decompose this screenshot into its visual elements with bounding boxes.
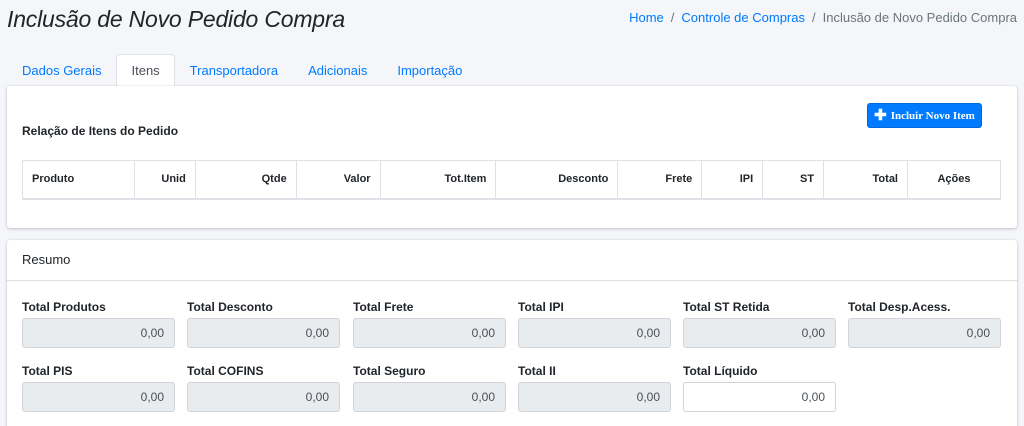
items-section-title: Relação de Itens do Pedido <box>22 124 179 138</box>
total-liquido-field: Total Líquido 0,00 <box>683 364 836 412</box>
breadcrumb-separator: / <box>670 10 675 25</box>
total-desp-acess-input[interactable]: 0,00 <box>848 318 1001 348</box>
column-header-tot-item[interactable]: Tot.Item <box>379 160 497 200</box>
total-ipi-input[interactable]: 0,00 <box>518 318 671 348</box>
total-seguro-input[interactable]: 0,00 <box>353 382 506 412</box>
total-frete-label: Total Frete <box>353 300 414 314</box>
total-cofins-label: Total COFINS <box>187 364 264 378</box>
total-seguro-label: Total Seguro <box>353 364 426 378</box>
tab-bar: Dados Gerais Itens Transportadora Adicio… <box>7 54 1017 88</box>
tab-transportadora[interactable]: Transportadora <box>175 54 293 87</box>
add-item-button[interactable]: ✚ Incluir Novo Item <box>867 103 982 128</box>
add-item-button-label: Incluir Novo Item <box>890 109 975 122</box>
total-pis-input[interactable]: 0,00 <box>22 382 175 412</box>
column-header-valor[interactable]: Valor <box>295 160 381 200</box>
tab-dados-gerais[interactable]: Dados Gerais <box>7 54 116 87</box>
total-cofins-input[interactable]: 0,00 <box>187 382 340 412</box>
breadcrumb-compras-link[interactable]: Controle de Compras <box>681 10 805 25</box>
table-header-row: Produto Unid Qtde Valor Tot.Item Descont… <box>22 160 1001 200</box>
total-ii-input[interactable]: 0,00 <box>518 382 671 412</box>
column-header-desconto[interactable]: Desconto <box>495 160 619 200</box>
total-desconto-label: Total Desconto <box>187 300 273 314</box>
column-header-total[interactable]: Total <box>823 160 908 200</box>
total-st-retida-field: Total ST Retida 0,00 <box>683 300 836 348</box>
total-ii-label: Total II <box>518 364 556 378</box>
column-header-produto[interactable]: Produto <box>22 160 135 200</box>
total-liquido-input[interactable]: 0,00 <box>683 382 836 412</box>
breadcrumb: Home / Controle de Compras / Inclusão de… <box>629 10 1017 25</box>
total-ii-field: Total II 0,00 <box>518 364 671 412</box>
total-produtos-label: Total Produtos <box>22 300 106 314</box>
resumo-title: Resumo <box>7 240 1017 281</box>
total-seguro-field: Total Seguro 0,00 <box>353 364 506 412</box>
total-liquido-label: Total Líquido <box>683 364 758 378</box>
total-ipi-label: Total IPI <box>518 300 564 314</box>
items-table: Produto Unid Qtde Valor Tot.Item Descont… <box>22 160 1001 200</box>
breadcrumb-separator: / <box>811 10 816 25</box>
column-header-frete[interactable]: Frete <box>617 160 703 200</box>
total-st-retida-input[interactable]: 0,00 <box>683 318 836 348</box>
total-frete-input[interactable]: 0,00 <box>353 318 506 348</box>
page-title: Inclusão de Novo Pedido Compra <box>7 6 345 32</box>
total-desp-acess-field: Total Desp.Acess. 0,00 <box>848 300 1001 348</box>
total-st-retida-label: Total ST Retida <box>683 300 770 314</box>
total-desp-acess-label: Total Desp.Acess. <box>848 300 951 314</box>
total-frete-field: Total Frete 0,00 <box>353 300 506 348</box>
total-produtos-field: Total Produtos 0,00 <box>22 300 175 348</box>
resumo-card: Resumo Total Produtos 0,00 Total Descont… <box>7 240 1017 426</box>
column-header-st[interactable]: ST <box>762 160 825 200</box>
plus-icon: ✚ <box>874 106 887 124</box>
tab-itens[interactable]: Itens <box>116 54 175 88</box>
column-header-acoes[interactable]: Ações <box>907 160 1001 200</box>
total-desconto-field: Total Desconto 0,00 <box>187 300 340 348</box>
column-header-unid[interactable]: Unid <box>133 160 196 200</box>
breadcrumb-home-link[interactable]: Home <box>629 10 664 25</box>
total-ipi-field: Total IPI 0,00 <box>518 300 671 348</box>
total-desconto-input[interactable]: 0,00 <box>187 318 340 348</box>
total-produtos-input[interactable]: 0,00 <box>22 318 175 348</box>
breadcrumb-current: Inclusão de Novo Pedido Compra <box>822 10 1017 25</box>
tab-adicionais[interactable]: Adicionais <box>293 54 382 87</box>
items-card: ✚ Incluir Novo Item Relação de Itens do … <box>7 86 1017 228</box>
tab-importacao[interactable]: Importação <box>382 54 477 87</box>
column-header-qtde[interactable]: Qtde <box>194 160 297 200</box>
column-header-ipi[interactable]: IPI <box>701 160 764 200</box>
total-pis-field: Total PIS 0,00 <box>22 364 175 412</box>
total-cofins-field: Total COFINS 0,00 <box>187 364 340 412</box>
total-pis-label: Total PIS <box>22 364 73 378</box>
